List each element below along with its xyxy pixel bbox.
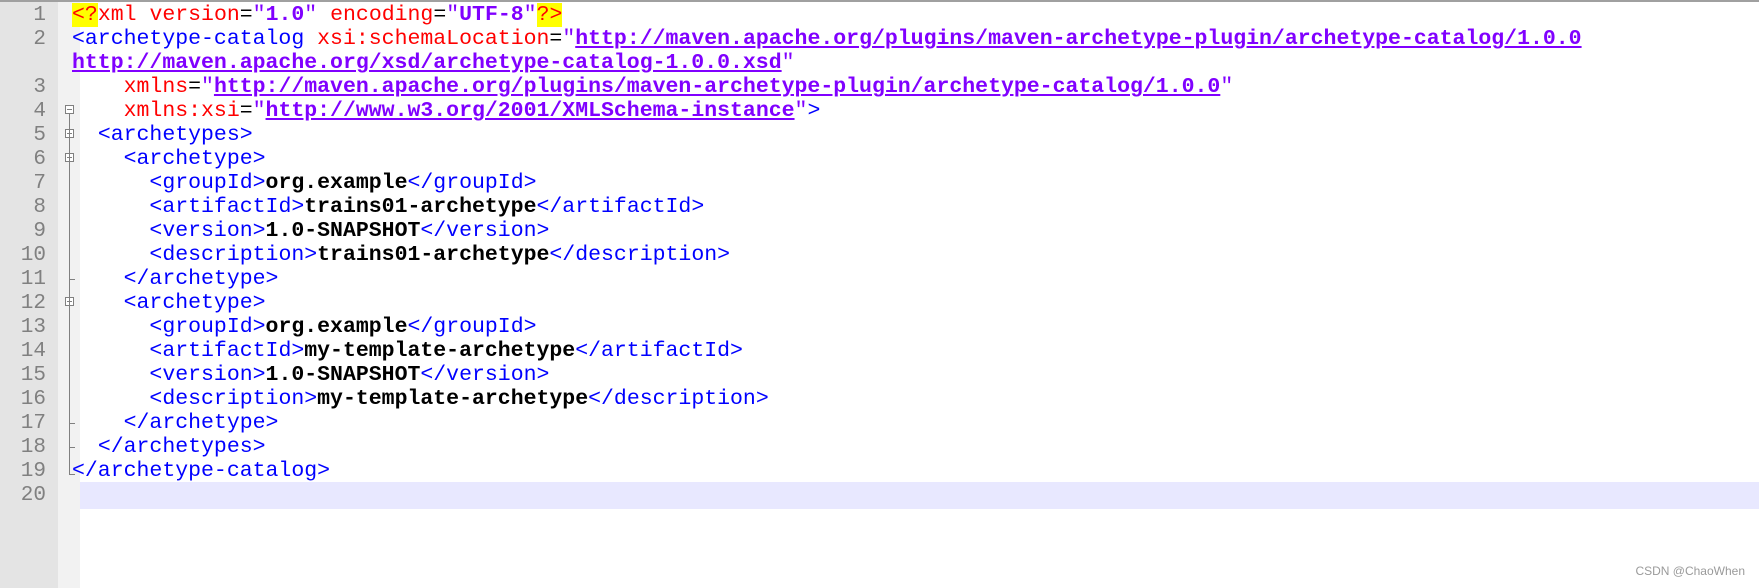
tag: <archetype>: [123, 291, 266, 315]
line-number: 16: [20, 388, 46, 411]
element-value: org.example: [265, 171, 408, 195]
attr-value: UTF-8: [459, 3, 524, 27]
element-value: my-template-archetype: [317, 387, 589, 411]
tag: </archetype>: [123, 411, 279, 435]
line-number: 13: [20, 316, 46, 339]
tag: </description>: [588, 387, 769, 411]
url-link[interactable]: http://www.w3.org/2001/XMLSchema-instanc…: [266, 99, 795, 123]
element-value: 1.0-SNAPSHOT: [265, 363, 421, 387]
code-line: <description>trains01-archetype</descrip…: [72, 242, 1751, 269]
code-line: <description>my-template-archetype</desc…: [72, 386, 1751, 413]
code-line: </archetype>: [72, 410, 1751, 437]
line-number: 19: [20, 460, 46, 483]
element-value: my-template-archetype: [304, 339, 576, 363]
line-number: 3: [33, 76, 46, 99]
tag: </archetype>: [123, 267, 279, 291]
line-number-gutter: 1 2 3 4 5 6 7 8 9 10 11 12 13 14 15 16 1…: [0, 2, 58, 588]
url-link[interactable]: http://maven.apache.org/xsd/archetype-ca…: [72, 51, 782, 75]
line-number: 11: [20, 268, 46, 291]
line-number: 9: [33, 220, 46, 243]
xml-decl-name: xml: [97, 3, 137, 27]
element-value: trains01-archetype: [304, 195, 537, 219]
line-number: 4: [33, 100, 46, 123]
line-number: 20: [20, 484, 46, 507]
tag: </artifactId>: [536, 195, 705, 219]
code-line: </archetypes>: [72, 434, 1751, 461]
tag: <archetypes>: [97, 123, 253, 147]
tag: </description>: [549, 243, 731, 267]
line-number: 5: [33, 124, 46, 147]
code-line: <artifactId>trains01-archetype</artifact…: [72, 194, 1751, 221]
element-value: 1.0-SNAPSHOT: [265, 219, 421, 243]
code-line: xmlns:xsi="http://www.w3.org/2001/XMLSch…: [123, 99, 821, 123]
tag: <groupId>: [149, 171, 266, 195]
tag: <version>: [149, 219, 266, 243]
line-number: 10: [20, 244, 46, 267]
attr-name: xmlns: [123, 75, 189, 99]
tag: </version>: [420, 219, 550, 243]
code-line: </archetype>: [72, 266, 1751, 293]
tag: <archetype-catalog: [72, 27, 305, 51]
code-line: <groupId>org.example</groupId>: [72, 314, 1751, 341]
attr-value: 1.0: [265, 3, 305, 27]
code-line: <archetype>: [72, 146, 1751, 173]
line-number: 18: [20, 436, 46, 459]
line-number: 12: [20, 292, 46, 315]
line-number: 7: [33, 172, 46, 195]
url-link[interactable]: http://maven.apache.org/plugins/maven-ar…: [214, 75, 1220, 99]
tag: <version>: [149, 363, 266, 387]
xml-decl-close: ?>: [536, 3, 563, 27]
tag: <artifactId>: [149, 339, 305, 363]
tag: <groupId>: [149, 315, 266, 339]
line-number: 2: [33, 28, 46, 51]
code-line: </archetype-catalog>: [72, 458, 1751, 485]
line-number: 8: [33, 196, 46, 219]
code-line-wrap: http://maven.apache.org/xsd/archetype-ca…: [72, 51, 795, 75]
attr-name: xmlns:xsi: [123, 99, 240, 123]
code-line: <archetype>: [72, 290, 1751, 317]
code-line: <archetypes>: [72, 122, 1751, 149]
url-link[interactable]: http://maven.apache.org/plugins/maven-ar…: [575, 27, 1581, 51]
fold-guide-line: [69, 114, 70, 475]
line-number: 1: [33, 4, 46, 27]
code-line: xmlns="http://maven.apache.org/plugins/m…: [123, 75, 1234, 99]
attr-name: encoding: [330, 3, 434, 27]
code-line: <version>1.0-SNAPSHOT</version>: [72, 218, 1751, 245]
tag: </groupId>: [407, 315, 537, 339]
element-value: trains01-archetype: [317, 243, 550, 267]
code-line: <archetype-catalog xsi:schemaLocation="h…: [72, 27, 1582, 51]
code-line: <artifactId>my-template-archetype</artif…: [72, 338, 1751, 365]
tag: <artifactId>: [149, 195, 305, 219]
tag: </archetype-catalog>: [72, 459, 331, 483]
attr-name: xsi:schemaLocation: [317, 27, 550, 51]
tag: <description>: [149, 387, 318, 411]
line-number: 15: [20, 364, 46, 387]
current-line[interactable]: [80, 482, 1759, 509]
tag: </archetypes>: [97, 435, 266, 459]
tag: <description>: [149, 243, 318, 267]
tag: </groupId>: [407, 171, 537, 195]
tag: </artifactId>: [575, 339, 743, 363]
tag: </version>: [420, 363, 550, 387]
code-line: <?xml version="1.0" encoding="UTF-8"?>: [72, 3, 563, 27]
element-value: org.example: [265, 315, 408, 339]
tag: <archetype>: [123, 147, 266, 171]
line-number: 6: [33, 148, 46, 171]
code-line: <groupId>org.example</groupId>: [72, 170, 1751, 197]
code-editor[interactable]: <?xml version="1.0" encoding="UTF-8"?> <…: [72, 2, 1759, 588]
line-number: 14: [20, 340, 46, 363]
xml-decl-open: <?: [72, 3, 98, 27]
watermark: CSDN @ChaoWhen: [1635, 564, 1745, 578]
line-number: 17: [20, 412, 46, 435]
attr-name: version: [149, 3, 240, 27]
code-line: <version>1.0-SNAPSHOT</version>: [72, 362, 1751, 389]
